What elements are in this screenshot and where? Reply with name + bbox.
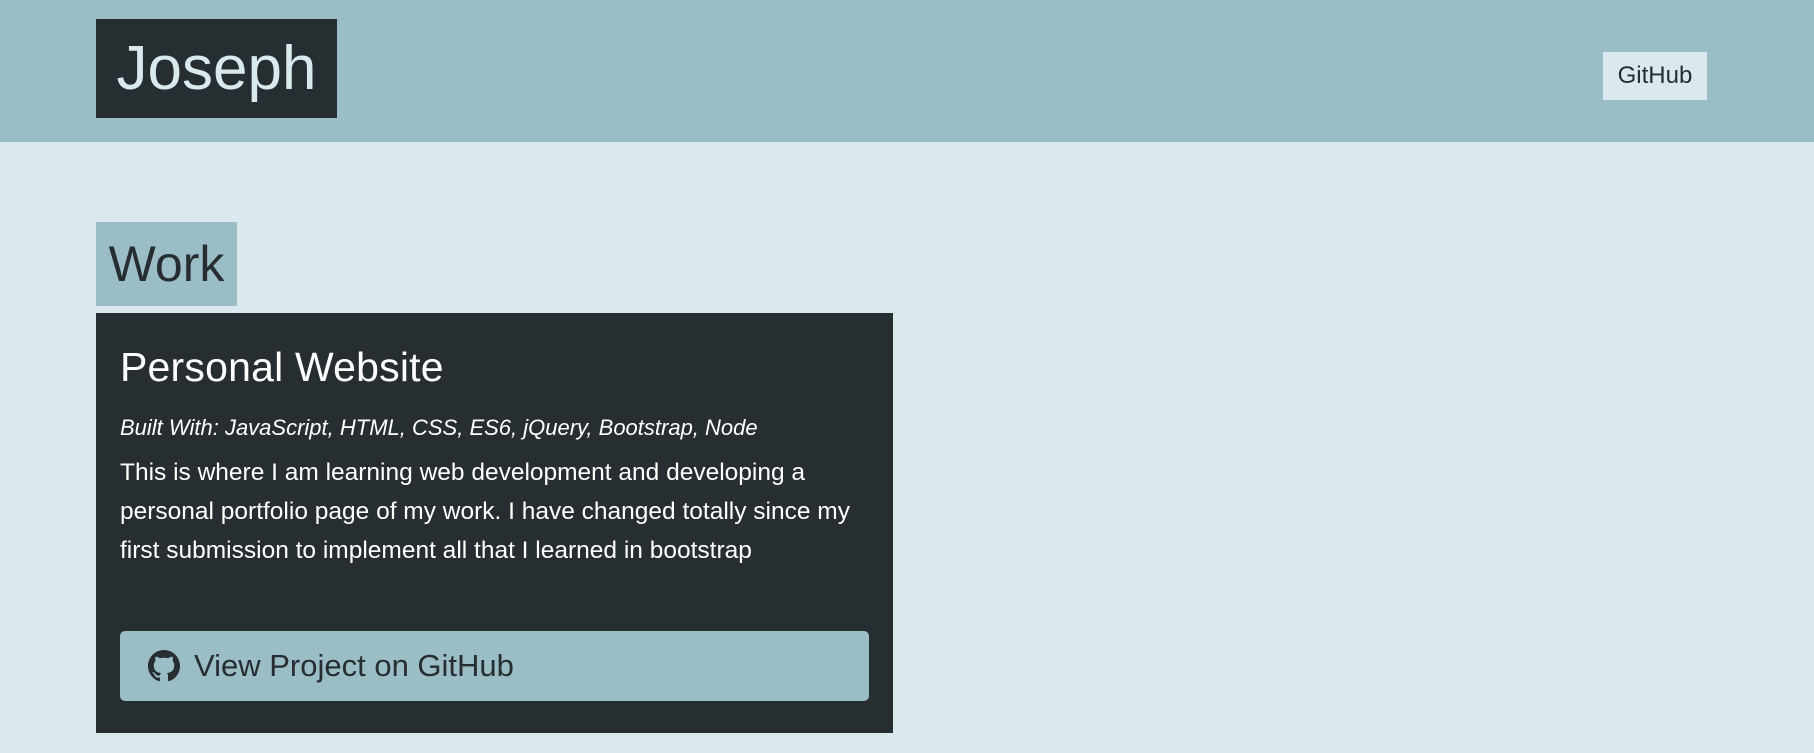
project-tech-stack: Built With: JavaScript, HTML, CSS, ES6, … [120,415,758,440]
project-card: Personal Website Built With: JavaScript,… [96,313,893,733]
view-project-github-button[interactable]: View Project on GitHub [120,631,869,701]
view-project-button-label: View Project on GitHub [194,648,514,683]
navbar: Joseph GitHub [0,0,1814,142]
work-heading: Work [96,222,237,306]
nav-github-link[interactable]: GitHub [1603,52,1707,100]
brand-logo[interactable]: Joseph [96,19,337,118]
github-icon [148,650,180,682]
project-title: Personal Website [120,344,444,390]
project-description: This is where I am learning web developm… [120,459,850,564]
